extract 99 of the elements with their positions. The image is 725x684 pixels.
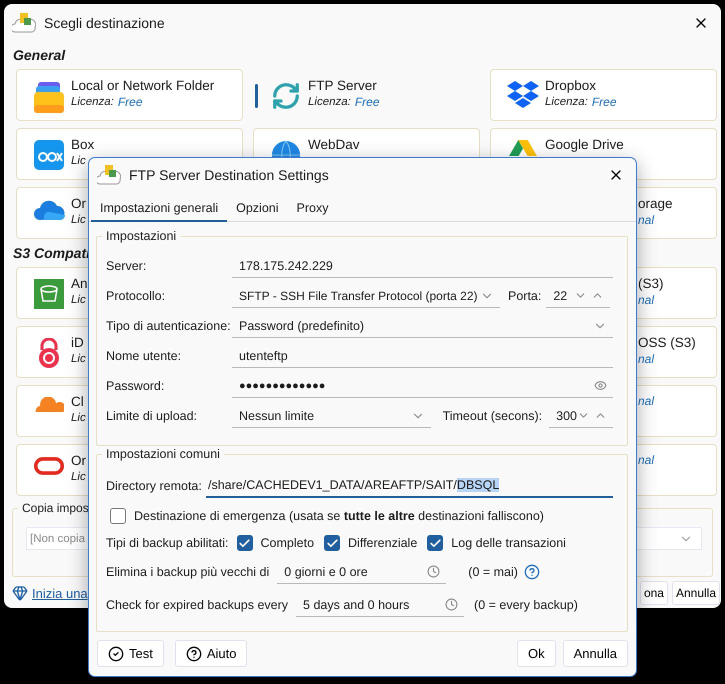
server-field[interactable]: 178.175.242.229 <box>232 254 613 278</box>
auth-dropdown[interactable]: Password (predefinito) <box>232 314 613 338</box>
license-value: nal <box>638 352 654 368</box>
diamond-icon <box>12 585 28 602</box>
destination-card[interactable]: Local or Network Folder Licenza: Free <box>16 69 243 122</box>
checkbox-label: Completo <box>260 536 314 550</box>
checkbox[interactable] <box>110 508 126 524</box>
directory-field[interactable]: /share/CACHEDEV1_DATA/AREAFTP/SAIT/DBSQL <box>206 474 613 498</box>
folder-icon <box>34 81 64 114</box>
username-field[interactable]: utenteftp <box>232 344 613 368</box>
timeout-spinner[interactable]: 300 <box>549 404 613 428</box>
card-title: FTP Server <box>308 78 378 94</box>
group-legend: Impostazioni <box>102 229 180 243</box>
field-label: Protocollo: <box>106 289 166 303</box>
license-label: Lic <box>71 470 86 486</box>
license-label: Licenza: <box>71 95 114 110</box>
sync-arrows-icon <box>271 81 301 112</box>
hint-text: (0 = every backup) <box>474 598 578 612</box>
box-icon <box>34 140 64 170</box>
window-title: Scegli destinazione <box>44 14 166 31</box>
dialog-button[interactable]: Annulla <box>562 640 628 667</box>
license-value: Free <box>118 95 143 110</box>
license-value: Free <box>592 95 617 110</box>
license-value: nal <box>638 453 654 468</box>
field-label: Porta: <box>508 289 542 303</box>
protocol-dropdown[interactable]: SFTP - SSH File Transfer Protocol (porta 22) <box>232 284 500 308</box>
card-title: Cl <box>71 394 85 410</box>
license-label: Lic <box>71 154 86 170</box>
duration-field[interactable]: 5 days and 0 hours <box>296 593 464 617</box>
card-title: WebDav <box>308 137 360 152</box>
hint-text: (0 = mai) <box>468 565 518 579</box>
dialog-button[interactable]: Test <box>97 640 164 667</box>
field-label: Tipo di autenticazione: <box>106 319 232 333</box>
tab[interactable]: Proxy <box>288 196 338 222</box>
license-value: nal <box>638 213 654 228</box>
cloud-icon <box>33 199 65 222</box>
dialog-button[interactable]: Ok <box>517 640 556 667</box>
eye-icon <box>594 379 607 392</box>
license-value: nal <box>638 293 654 308</box>
window-button[interactable]: Annulla <box>672 581 720 606</box>
triangle-drive-icon <box>508 140 538 156</box>
license-label: Licenza: <box>308 95 351 110</box>
field-label: Password: <box>106 379 166 393</box>
card-title: iD <box>71 335 85 350</box>
group-legend: Impostazioni comuni <box>102 447 224 461</box>
app-icon <box>12 12 36 34</box>
card-title: Local or Network Folder <box>71 78 214 94</box>
field-label: Check for expired backups every <box>106 598 288 612</box>
field-label: Directory remota: <box>106 479 203 493</box>
field-label: Timeout (secons): <box>442 409 542 423</box>
card-title: Box <box>71 137 94 152</box>
license-value: nal <box>638 394 654 410</box>
checkbox[interactable] <box>236 535 253 551</box>
card-title: (S3) <box>638 276 664 292</box>
section-heading: S3 Compati <box>13 245 90 262</box>
card-title: An <box>71 276 88 292</box>
license-label: Lic <box>71 213 86 228</box>
checkbox[interactable] <box>427 535 444 551</box>
tab[interactable]: Impostazioni generali <box>91 196 228 222</box>
help-icon <box>186 646 202 662</box>
checkbox[interactable] <box>324 535 340 551</box>
card-title: orage <box>638 196 673 212</box>
field-label: Tipi di backup abilitati: <box>106 536 229 550</box>
destination-card[interactable]: Dropbox Licenza: Free <box>490 69 717 122</box>
clock-icon <box>427 565 440 578</box>
license-label: Lic <box>71 352 86 368</box>
card-title: OSS (S3) <box>638 335 696 350</box>
field-label: Nome utente: <box>106 349 182 363</box>
clock-icon <box>445 598 458 611</box>
lock-icon <box>36 338 62 368</box>
dialog-button[interactable]: Aiuto <box>174 640 248 667</box>
checkbox-label: Differenziale <box>348 536 418 550</box>
upload-limit-dropdown[interactable]: Nessun limite <box>232 404 431 428</box>
license-label: Lic <box>71 411 86 426</box>
field-label: Elimina i backup più vecchi di <box>106 565 270 579</box>
ring-icon <box>34 456 64 476</box>
field-label: Limite di upload: <box>106 409 198 423</box>
section-heading: General <box>13 47 66 64</box>
upgrade-link[interactable]: Inizia una <box>32 586 88 601</box>
card-title: Or <box>71 453 86 468</box>
license-label: Lic <box>71 293 86 308</box>
password-field[interactable]: ●●●●●●●●●●●●● <box>232 374 613 398</box>
field-label: Server: <box>106 259 148 273</box>
checkbox-label: Destinazione di emergenza (usata se tutte le altre destinazioni falliscono) <box>134 509 544 523</box>
checkbox-label: Log delle transazioni <box>451 536 566 550</box>
license-value: Free <box>354 95 380 110</box>
port-spinner[interactable]: 22 <box>546 284 610 308</box>
check-circle-icon <box>108 646 124 662</box>
app-icon <box>97 164 121 186</box>
bucket-icon <box>34 279 64 310</box>
card-title: Or <box>71 196 86 212</box>
window-button[interactable]: ona <box>640 581 668 606</box>
card-title: Google Drive <box>545 137 624 152</box>
card-title: Dropbox <box>545 78 598 94</box>
tab[interactable]: Opzioni <box>227 196 288 222</box>
cloud-icon <box>34 397 64 414</box>
duration-field[interactable]: 0 giorni e 0 ore <box>277 560 446 584</box>
license-label: Licenza: <box>545 95 588 110</box>
dropbox-icon <box>507 81 539 110</box>
